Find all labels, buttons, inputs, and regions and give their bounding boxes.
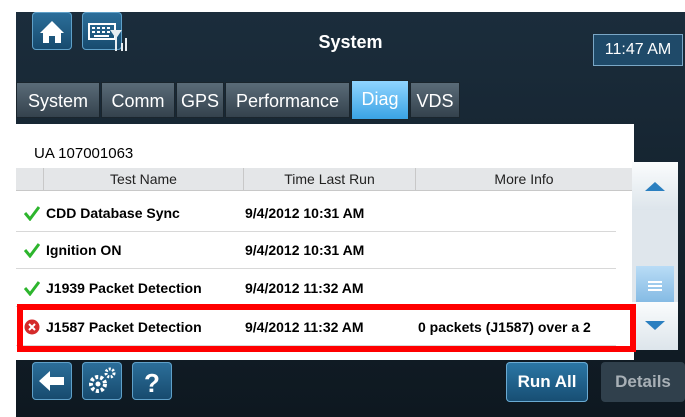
clock: 11:47 AM bbox=[593, 34, 683, 66]
run-all-button[interactable]: Run All bbox=[506, 362, 588, 402]
scroll-down-icon bbox=[645, 321, 665, 330]
more-info bbox=[418, 270, 614, 306]
tab-vds[interactable]: VDS bbox=[410, 82, 460, 118]
svg-text:?: ? bbox=[144, 368, 160, 398]
help-icon: ? bbox=[144, 368, 160, 398]
tab-comm[interactable]: Comm bbox=[101, 82, 175, 118]
scrollbar[interactable] bbox=[632, 162, 678, 350]
tab-gps[interactable]: GPS bbox=[176, 82, 224, 118]
check-icon bbox=[24, 243, 40, 258]
time-last-run: 9/4/2012 10:31 AM bbox=[245, 205, 365, 221]
tab-diag[interactable]: Diag bbox=[351, 80, 409, 120]
scroll-up-icon bbox=[645, 182, 665, 191]
table-row[interactable]: CDD Database Sync 9/4/2012 10:31 AM bbox=[16, 195, 616, 232]
scroll-up-button[interactable] bbox=[632, 162, 678, 210]
table-row[interactable]: Ignition ON 9/4/2012 10:31 AM bbox=[16, 232, 616, 269]
details-button[interactable]: Details bbox=[601, 362, 685, 402]
settings-button[interactable] bbox=[82, 362, 122, 400]
header-spacer bbox=[16, 168, 44, 190]
scroll-thumb[interactable] bbox=[636, 266, 674, 306]
help-button[interactable]: ? bbox=[132, 362, 172, 400]
more-info bbox=[418, 232, 614, 268]
test-name: CDD Database Sync bbox=[46, 205, 180, 221]
page-title: System bbox=[318, 32, 383, 52]
tab-system[interactable]: System bbox=[16, 82, 100, 118]
time-last-run: 9/4/2012 11:32 AM bbox=[245, 280, 364, 296]
column-more-info[interactable]: More Info bbox=[416, 168, 632, 190]
column-time-last-run[interactable]: Time Last Run bbox=[244, 168, 416, 190]
highlight-box bbox=[17, 304, 636, 352]
scroll-down-button[interactable] bbox=[632, 302, 678, 350]
settings-icon bbox=[89, 367, 116, 393]
table-row[interactable]: J1939 Packet Detection 9/4/2012 11:32 AM bbox=[16, 270, 616, 307]
column-test-name[interactable]: Test Name bbox=[44, 168, 244, 190]
check-icon bbox=[24, 206, 40, 221]
check-icon bbox=[24, 281, 40, 296]
more-info bbox=[418, 195, 614, 231]
test-name: J1939 Packet Detection bbox=[46, 280, 202, 296]
grip-icon bbox=[648, 281, 662, 291]
tab-performance[interactable]: Performance bbox=[225, 82, 350, 118]
unit-label: UA 107001063 bbox=[34, 145, 134, 162]
time-last-run: 9/4/2012 10:31 AM bbox=[245, 242, 365, 258]
back-button[interactable] bbox=[32, 362, 72, 400]
table-header: Test Name Time Last Run More Info bbox=[16, 168, 632, 191]
back-arrow-icon bbox=[39, 371, 64, 391]
test-name: Ignition ON bbox=[46, 242, 122, 258]
